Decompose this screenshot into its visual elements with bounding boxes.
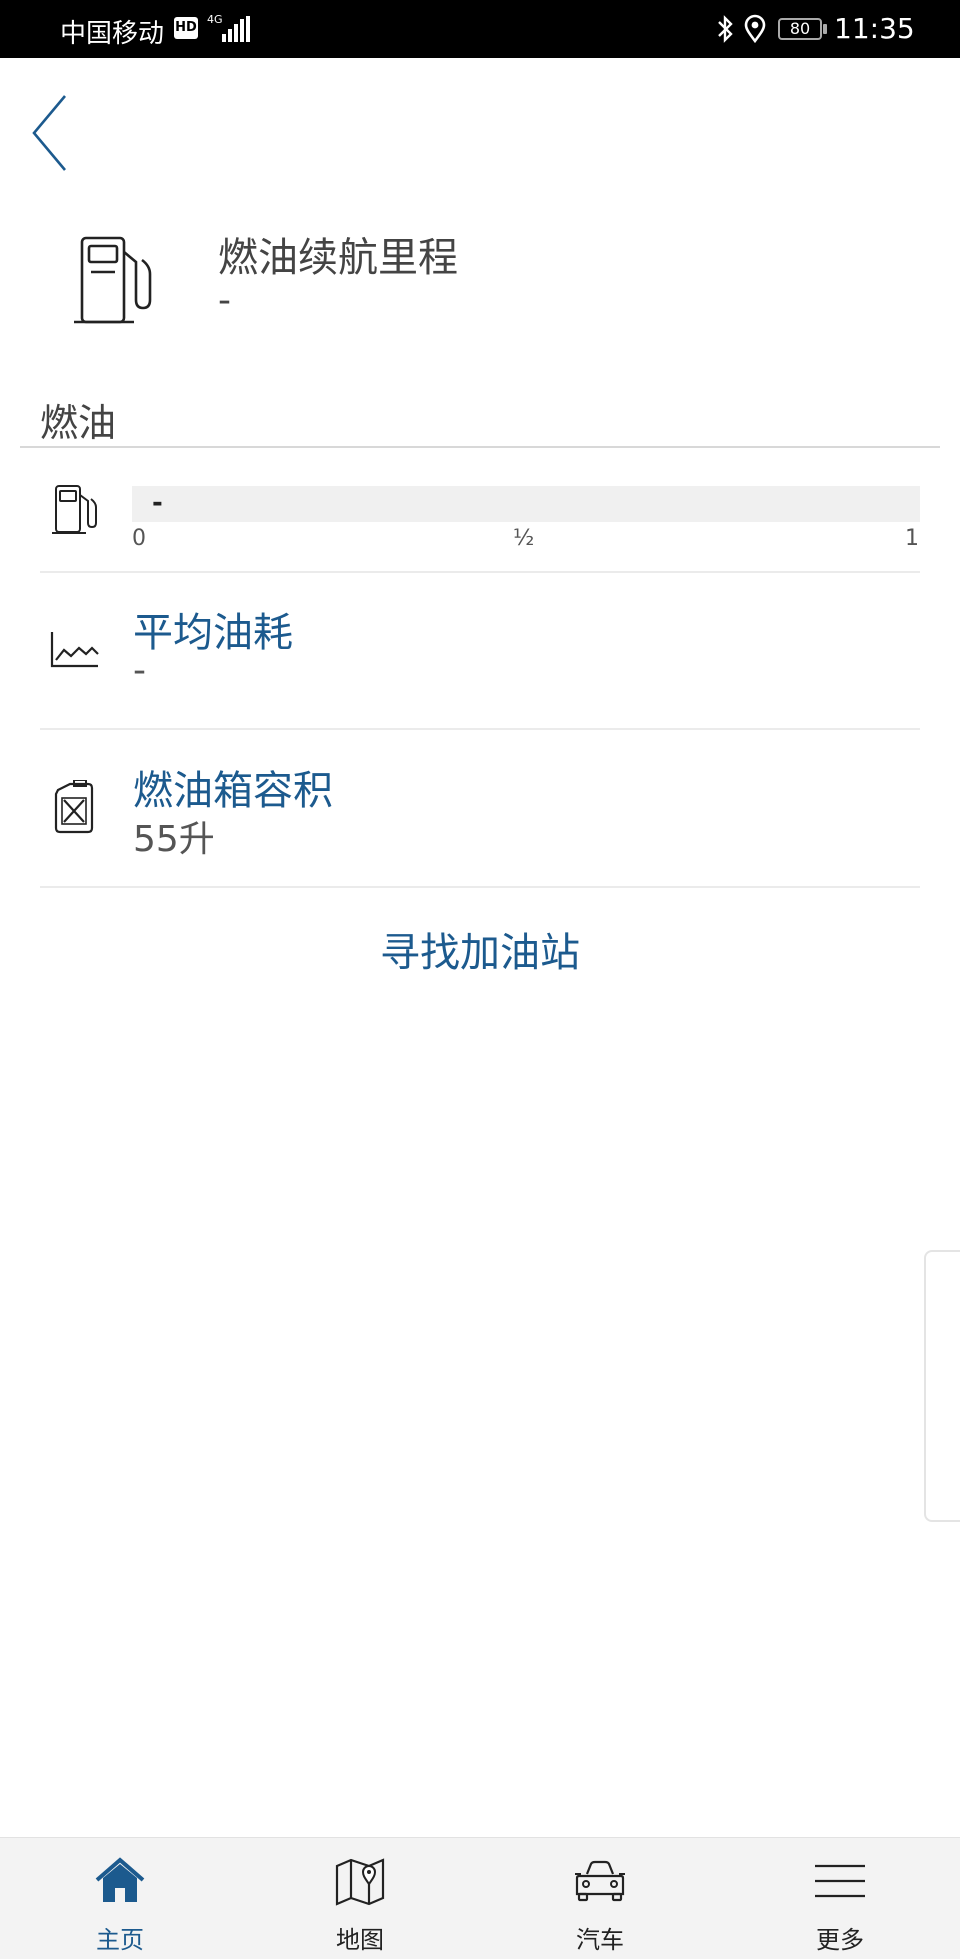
fuel-level-bar	[132, 486, 920, 522]
range-value: -	[218, 280, 231, 321]
menu-icon	[815, 1864, 865, 1898]
battery-tip	[823, 24, 827, 34]
avg-consumption-value: -	[133, 650, 146, 691]
status-bar: 中国移动 HD 4G 80 11:35	[0, 0, 960, 58]
nav-map-label: 地图	[336, 1926, 384, 1954]
side-drawer-handle[interactable]	[924, 1250, 960, 1522]
map-icon	[335, 1858, 385, 1906]
tank-capacity-value: 55升	[133, 819, 215, 860]
section-title-fuel: 燃油	[40, 401, 117, 445]
jerry-can-icon	[54, 780, 94, 834]
fuel-pump-icon	[74, 236, 152, 324]
network-type: 4G	[207, 13, 223, 26]
nav-more[interactable]: 更多	[720, 1838, 960, 1959]
fuel-tick-empty: 0	[132, 526, 146, 551]
car-icon	[575, 1860, 625, 1902]
tank-capacity-title: 燃油箱容积	[133, 768, 333, 814]
clock: 11:35	[834, 12, 915, 45]
fuel-tick-full: 1	[905, 526, 919, 551]
bluetooth-icon	[718, 15, 733, 43]
hd-badge: HD	[174, 17, 198, 39]
fuel-tick-half: ½	[513, 526, 535, 551]
nav-home[interactable]: 主页	[0, 1838, 240, 1959]
signal-icon	[222, 16, 250, 42]
carrier-name: 中国移动	[60, 19, 165, 49]
section-divider	[20, 446, 940, 448]
nav-car[interactable]: 汽车	[480, 1838, 720, 1959]
home-icon	[95, 1857, 145, 1902]
row-divider	[40, 571, 920, 573]
nav-map[interactable]: 地图	[240, 1838, 480, 1959]
location-icon	[744, 14, 766, 44]
fuel-pump-icon	[52, 485, 97, 534]
range-title: 燃油续航里程	[218, 235, 458, 281]
nav-more-label: 更多	[816, 1926, 864, 1954]
nav-home-label: 主页	[96, 1926, 144, 1954]
battery-icon: 80	[778, 18, 822, 40]
row-divider	[40, 886, 920, 888]
nav-car-label: 汽车	[576, 1926, 624, 1954]
row-divider	[40, 728, 920, 730]
bottom-nav: 主页 地图 汽车 更多	[0, 1837, 960, 1959]
find-gas-station-button[interactable]: 寻找加油站	[0, 920, 960, 978]
line-chart-icon	[50, 632, 99, 668]
back-chevron-left-icon[interactable]	[22, 88, 82, 178]
fuel-level-value: -	[152, 488, 163, 518]
avg-consumption-title: 平均油耗	[133, 610, 293, 656]
